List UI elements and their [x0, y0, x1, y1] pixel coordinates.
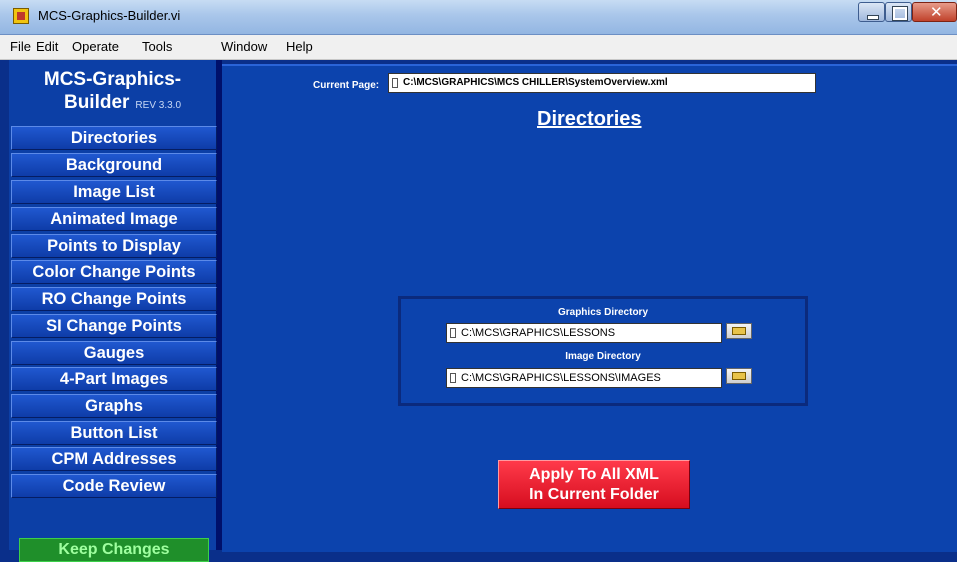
menu-help[interactable]: Help: [286, 39, 313, 54]
nav-button-list-button[interactable]: Button List: [11, 421, 217, 445]
menu-operate[interactable]: Operate: [72, 39, 119, 54]
current-page-field[interactable]: C:\MCS\GRAPHICS\MCS CHILLER\SystemOvervi…: [388, 73, 816, 93]
image-directory-value: C:\MCS\GRAPHICS\LESSONS\IMAGES: [461, 372, 661, 384]
menu-window[interactable]: Window: [221, 39, 267, 54]
graphics-directory-value: C:\MCS\GRAPHICS\LESSONS: [461, 327, 616, 339]
graphics-directory-label: Graphics Directory: [557, 307, 649, 318]
image-directory-field[interactable]: C:\MCS\GRAPHICS\LESSONS\IMAGES: [446, 368, 722, 388]
image-directory-browse-button[interactable]: [726, 368, 752, 384]
nav-gauges-button[interactable]: Gauges: [11, 341, 217, 365]
menu-file[interactable]: File: [10, 39, 31, 54]
front-panel: MCS-Graphics- Builder REV 3.3.0 Directori…: [0, 60, 957, 562]
graphics-directory-browse-button[interactable]: [726, 323, 752, 339]
menu-bar: File Edit Operate Tools Window Help: [0, 35, 957, 60]
apply-button-line2: In Current Folder: [529, 486, 659, 503]
nav-graphs-button[interactable]: Graphs: [11, 394, 217, 418]
maximize-button[interactable]: [885, 2, 912, 22]
app-name-line1: MCS-Graphics-: [43, 69, 182, 90]
apply-to-all-xml-button[interactable]: Apply To All XML In Current Folder: [498, 460, 690, 509]
labview-app-icon: [13, 8, 29, 24]
window-title-bar[interactable]: MCS-Graphics-Builder.vi ✕: [0, 0, 957, 35]
app-name-line2: Builder: [63, 92, 130, 113]
path-icon: [450, 373, 456, 383]
nav-animated-image-button[interactable]: Animated Image: [11, 207, 217, 231]
menu-tools[interactable]: Tools: [142, 39, 172, 54]
nav-background-button[interactable]: Background: [11, 153, 217, 177]
revision-label: REV 3.3.0: [135, 100, 182, 111]
graphics-directory-field[interactable]: C:\MCS\GRAPHICS\LESSONS: [446, 323, 722, 343]
nav-image-list-button[interactable]: Image List: [11, 180, 217, 204]
nav-cpm-addresses-button[interactable]: CPM Addresses: [11, 447, 217, 471]
current-page-label: Current Page:: [313, 80, 380, 91]
nav-ro-change-points-button[interactable]: RO Change Points: [11, 287, 217, 311]
directories-group: Graphics Directory C:\MCS\GRAPHICS\LESSO…: [398, 296, 808, 406]
nav-code-review-button[interactable]: Code Review: [11, 474, 217, 498]
nav-4-part-images-button[interactable]: 4-Part Images: [11, 367, 217, 391]
minimize-button[interactable]: [858, 2, 885, 22]
section-title: Directories: [537, 108, 642, 130]
nav-directories-button[interactable]: Directories: [11, 126, 217, 150]
close-button[interactable]: ✕: [912, 2, 957, 22]
path-icon: [450, 328, 456, 338]
keep-changes-button[interactable]: Keep Changes: [19, 538, 209, 562]
nav-si-change-points-button[interactable]: SI Change Points: [11, 314, 217, 338]
current-page-value: C:\MCS\GRAPHICS\MCS CHILLER\SystemOvervi…: [403, 77, 668, 88]
apply-button-line1: Apply To All XML: [529, 466, 659, 483]
app-name: MCS-Graphics- Builder REV 3.3.0: [9, 68, 216, 117]
app-name-line2-row: Builder REV 3.3.0: [9, 91, 216, 117]
window-title: MCS-Graphics-Builder.vi: [38, 8, 181, 23]
nav-points-to-display-button[interactable]: Points to Display: [11, 234, 217, 258]
sidebar: MCS-Graphics- Builder REV 3.3.0 Directori…: [9, 60, 222, 562]
menu-edit[interactable]: Edit: [36, 39, 58, 54]
path-icon: [392, 78, 398, 88]
folder-icon: [732, 327, 746, 335]
folder-icon: [732, 372, 746, 380]
close-icon: ✕: [930, 3, 943, 21]
image-directory-label: Image Directory: [565, 351, 641, 362]
nav-color-change-points-button[interactable]: Color Change Points: [11, 260, 217, 284]
